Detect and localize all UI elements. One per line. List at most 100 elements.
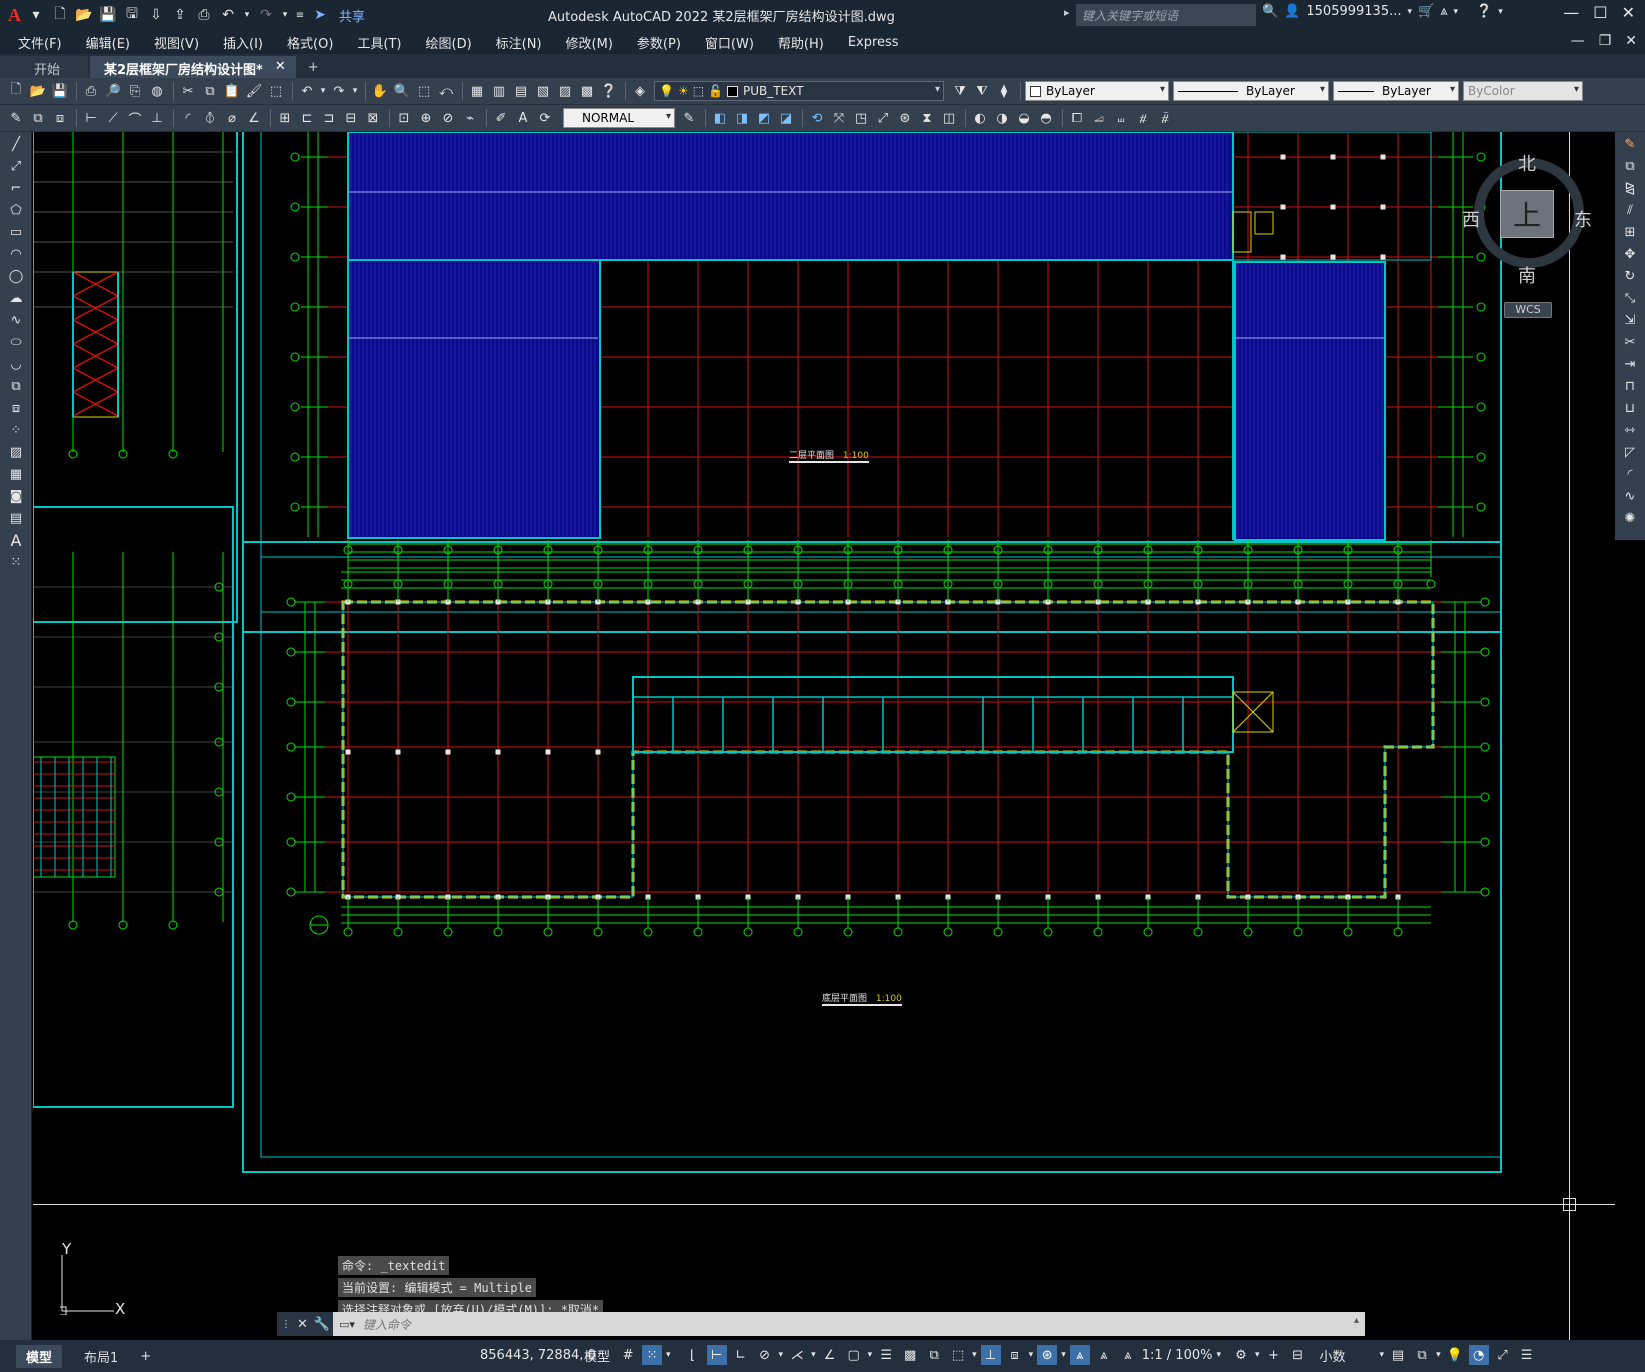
menu-view[interactable]: 视图(V) — [142, 33, 211, 52]
selection-cycling-icon[interactable]: ⧉ — [924, 1345, 944, 1365]
color-dropdown[interactable]: ByLayer ▾ — [1025, 81, 1169, 101]
hardware-acceleration-icon[interactable]: ◔ — [1468, 1345, 1489, 1365]
layer-thaw-icon[interactable]: ☀ — [678, 84, 689, 98]
plotstyle-dropdown[interactable]: ByColor ▾ — [1463, 81, 1583, 101]
close-icon[interactable]: ✕ — [1622, 3, 1635, 22]
plot-icon[interactable]: ⎙ — [81, 81, 101, 101]
share-button[interactable]: 共享 — [339, 6, 365, 25]
menu-help[interactable]: 帮助(H) — [766, 33, 836, 52]
arc-length-icon[interactable]: ⌒ — [125, 108, 145, 128]
snap-mode-icon[interactable]: ⁙ — [642, 1345, 663, 1365]
lock-ui-icon[interactable]: ⧉ — [1412, 1345, 1432, 1365]
cart-icon[interactable]: 🛒 — [1418, 4, 1434, 19]
chamfer-icon[interactable]: ◸ — [1619, 442, 1641, 462]
viewcube-north[interactable]: 北 — [1518, 150, 1536, 176]
isodraft-icon[interactable]: ⋌ — [787, 1345, 807, 1365]
render-icon[interactable]: ◑ — [992, 108, 1012, 128]
menu-dimension[interactable]: 标注(N) — [484, 33, 554, 52]
array-icon[interactable]: ⊞ — [1619, 222, 1641, 242]
user-icon[interactable]: 👤 — [1284, 4, 1300, 19]
mirror-icon[interactable]: ⧎ — [1619, 178, 1641, 198]
break-at-point-icon[interactable]: ⊓ — [1619, 376, 1641, 396]
continue-dimension-icon[interactable]: ⊐ — [319, 108, 339, 128]
user-name[interactable]: 1505999135... — [1306, 4, 1401, 19]
multiline-text-icon[interactable]: A — [5, 530, 27, 550]
3d-osnap-icon[interactable]: ⬚ — [948, 1345, 968, 1365]
make-block-icon[interactable]: ⧈ — [5, 398, 27, 418]
ordinate-dimension-icon[interactable]: ⊥ — [147, 108, 167, 128]
add-selected-icon[interactable]: ⁙ — [5, 552, 27, 572]
block-editor-icon[interactable]: ⬚ — [266, 81, 286, 101]
add-layout-button[interactable]: + — [130, 1347, 161, 1366]
maximize-icon[interactable]: ☐ — [1593, 3, 1607, 22]
new-tab-button[interactable]: + — [298, 57, 329, 78]
workspace-gear-icon[interactable]: ⚙ — [1231, 1345, 1251, 1365]
layer-viewport-icon[interactable]: ⬚ — [693, 84, 704, 98]
construction-line-icon[interactable]: ⤢ — [5, 156, 27, 176]
polar-tracking-icon[interactable]: ⊘ — [755, 1345, 775, 1365]
object-snap-icon[interactable]: ▢ — [844, 1345, 864, 1365]
search-input[interactable]: 键入关键字或短语 — [1076, 4, 1256, 26]
undo-dropdown-icon[interactable]: ▾ — [243, 6, 251, 24]
ucs-object-icon[interactable]: ⧤ — [1155, 108, 1175, 128]
saveas-icon[interactable]: 🖫 — [123, 6, 141, 24]
chevron-down-icon[interactable]: ▾ — [811, 1350, 816, 1360]
units-value[interactable]: 小数 — [1320, 1346, 1346, 1365]
inspection-icon[interactable]: ⊘ — [438, 108, 458, 128]
explode-icon[interactable]: ✺ — [1619, 508, 1641, 528]
region-icon[interactable]: ◙ — [5, 486, 27, 506]
layer-lock-icon[interactable]: 🔓 — [708, 84, 723, 98]
print-icon[interactable]: ⎙ — [195, 6, 213, 24]
layer-tools-icon[interactable]: ⧉ — [28, 108, 48, 128]
infer-constraints-icon[interactable]: ⌊ — [683, 1345, 703, 1365]
move-icon[interactable]: ✥ — [1619, 244, 1641, 264]
menu-insert[interactable]: 插入(I) — [211, 33, 275, 52]
polygon-icon[interactable]: ⬠ — [5, 200, 27, 220]
new-icon[interactable]: 🗋 — [6, 81, 26, 101]
point-icon[interactable]: ⁘ — [5, 420, 27, 440]
make-current-layer-icon[interactable]: ⧩ — [950, 81, 970, 101]
layer-properties-icon[interactable]: ◈ — [630, 81, 650, 101]
menu-modify[interactable]: 修改(M) — [554, 33, 625, 52]
menu-file[interactable]: 文件(F) — [0, 33, 74, 52]
tab-close-icon[interactable]: ✕ — [275, 59, 286, 78]
search-icon[interactable]: 🔍 — [1262, 4, 1278, 19]
ucs-icon[interactable]: ⧠ — [1067, 108, 1087, 128]
chevron-down-icon[interactable]: ▾ — [1061, 1350, 1066, 1360]
lights-icon[interactable]: ◓ — [1036, 108, 1056, 128]
auto-scale-icon[interactable]: ⩓ — [1094, 1345, 1114, 1365]
viewcube-south[interactable]: 南 — [1518, 262, 1536, 288]
transparency-icon[interactable]: ▩ — [900, 1345, 920, 1365]
close-icon[interactable]: ✕ — [297, 1317, 308, 1332]
minimize-icon[interactable]: — — [1563, 3, 1579, 22]
redo-dropdown-icon[interactable]: ▾ — [351, 81, 359, 101]
jogged-linear-icon[interactable]: ⌁ — [460, 108, 480, 128]
table-icon[interactable]: ▤ — [5, 508, 27, 528]
tab-start[interactable]: 开始 — [0, 56, 89, 78]
properties-icon[interactable]: ▦ — [467, 81, 487, 101]
viewcube-west[interactable]: 西 — [1462, 206, 1480, 232]
publish-icon[interactable]: ⎘ — [125, 81, 145, 101]
ucs-previous-icon[interactable]: ⧢ — [1111, 108, 1131, 128]
center-mark-icon[interactable]: ⊕ — [416, 108, 436, 128]
undo-icon[interactable]: ↶ — [297, 81, 317, 101]
view-3d-back-icon[interactable]: ◨ — [732, 108, 752, 128]
search-expand-icon[interactable]: ▸ — [1064, 6, 1070, 19]
ucs-face-icon[interactable]: ⧣ — [1133, 108, 1153, 128]
menu-edit[interactable]: 编辑(E) — [74, 33, 142, 52]
break-icon[interactable]: ⊔ — [1619, 398, 1641, 418]
command-history-toggle-icon[interactable]: ▴ — [1354, 1315, 1359, 1326]
polyline-icon[interactable]: ⌐ — [5, 178, 27, 198]
3dcorbit-icon[interactable]: ◫ — [939, 108, 959, 128]
cut-icon[interactable]: ✂ — [178, 81, 198, 101]
coordinate-readout[interactable]: 856443, 72884, 0 — [480, 1348, 596, 1363]
autodesk-app-icon[interactable]: ⩓ — [1440, 4, 1447, 19]
layer-match-icon[interactable]: ⧈ — [50, 108, 70, 128]
rotate-icon[interactable]: ↻ — [1619, 266, 1641, 286]
chevron-down-icon[interactable]: ▾ — [1436, 1350, 1441, 1360]
layer-previous-icon[interactable]: ⧨ — [972, 81, 992, 101]
tab-active-drawing[interactable]: 某2层框架厂房结构设计图* ✕ — [90, 56, 296, 78]
redo-icon[interactable]: ↷ — [329, 81, 349, 101]
doc-minimize-icon[interactable]: — — [1571, 33, 1585, 49]
chevron-down-icon[interactable]: ▾ — [1454, 7, 1459, 17]
